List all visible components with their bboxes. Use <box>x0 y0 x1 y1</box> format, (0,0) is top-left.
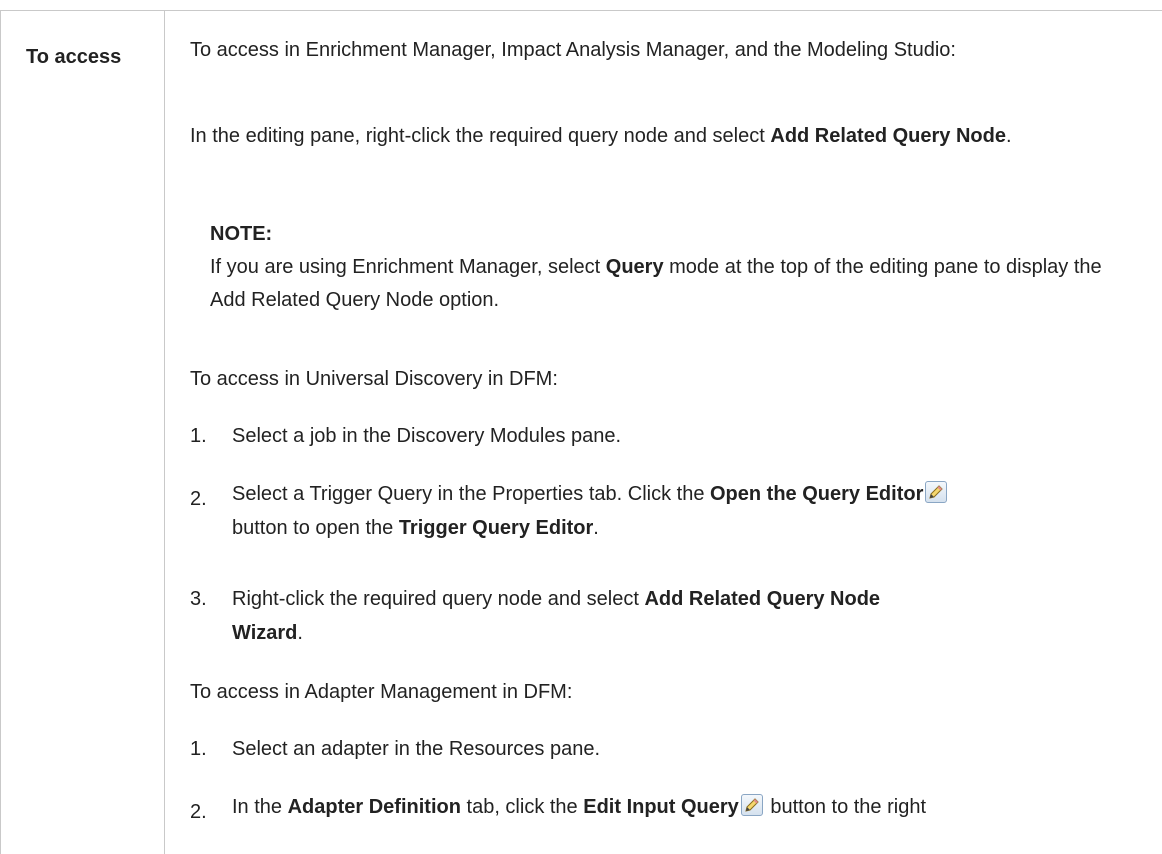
step-text: Select a Trigger Query in the Properties… <box>232 477 1152 545</box>
editing-pane-text: In the editing pane, right-click the req… <box>190 125 771 147</box>
step-text: In the Adapter Definition tab, click the… <box>232 790 1152 824</box>
trigger-query-editor-term: Trigger Query Editor <box>398 517 594 539</box>
add-related-query-node-term: Add Related Query Node <box>770 125 1006 147</box>
edit-input-query-term: Edit Input Query <box>583 796 739 818</box>
step-text-part: tab, click the <box>460 796 584 818</box>
note-box: NOTE: If you are using Enrichment Manage… <box>210 217 1110 317</box>
access-table: To access To access in Enrichment Manage… <box>0 10 1162 854</box>
pencil-edit-icon <box>740 794 763 816</box>
step-text: Right-click the required query node and … <box>232 582 932 650</box>
editing-pane-end: . <box>1005 125 1012 147</box>
query-mode-term: Query <box>605 256 664 278</box>
intro-paragraph: To access in Enrichment Manager, Impact … <box>190 39 956 61</box>
pencil-edit-icon <box>925 481 948 503</box>
step-text-part: . <box>297 622 303 644</box>
row-label: To access <box>26 46 122 68</box>
step-text-part: button to the right <box>764 796 927 818</box>
note-title: NOTE: <box>210 223 273 245</box>
step-text-part: Select a Trigger Query in the Properties… <box>232 483 710 505</box>
open-query-editor-term: Open the Query Editor <box>710 483 924 505</box>
step-text: Select a job in the Discovery Modules pa… <box>232 425 622 447</box>
adapter-definition-term: Adapter Definition <box>287 796 461 818</box>
note-text-start: If you are using Enrichment Manager, sel… <box>210 256 606 278</box>
step-text-part: Right-click the required query node and … <box>232 588 645 610</box>
content-cell: To access in Enrichment Manager, Impact … <box>165 11 1162 854</box>
step-text: Select an adapter in the Resources pane. <box>232 738 601 760</box>
ud-heading: To access in Universal Discovery in DFM: <box>190 368 558 390</box>
am-heading: To access in Adapter Management in DFM: <box>190 681 573 703</box>
label-cell: To access <box>0 11 165 854</box>
step-number: 3. <box>190 588 207 610</box>
editing-pane-paragraph: In the editing pane, right-click the req… <box>190 119 1150 153</box>
note-text: If you are using Enrichment Manager, sel… <box>210 251 1110 317</box>
step-number: 2. <box>190 801 207 823</box>
step-number: 1. <box>190 738 207 760</box>
step-text-part: button to open the <box>232 517 399 539</box>
step-number: 1. <box>190 425 207 447</box>
step-text-part: In the <box>232 796 288 818</box>
step-text-part: . <box>593 517 599 539</box>
step-number: 2. <box>190 488 207 510</box>
